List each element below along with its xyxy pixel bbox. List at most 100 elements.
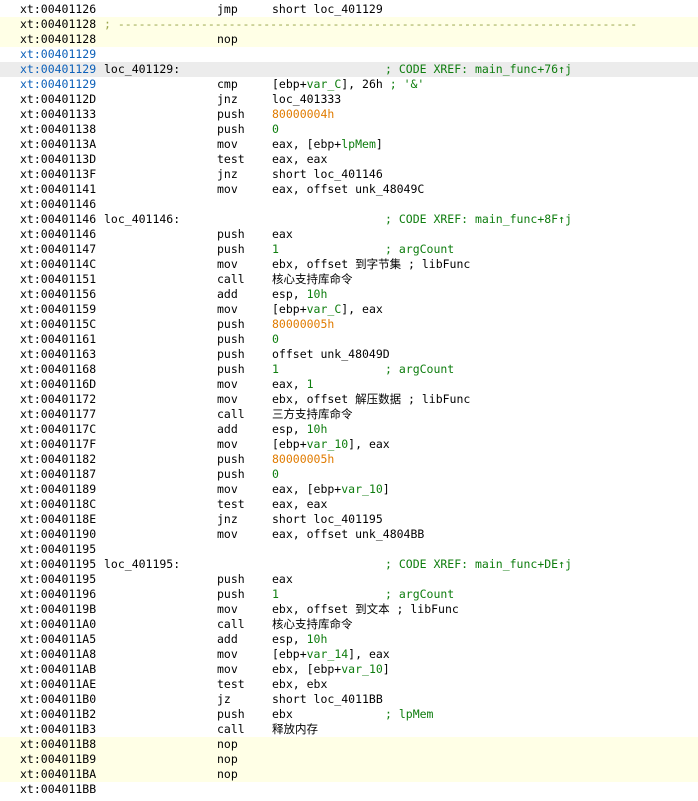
instruction-operands[interactable]: 核心支持库命令 — [272, 617, 353, 632]
instruction-operands[interactable]: esp, 10h — [272, 287, 327, 302]
listing-line[interactable]: xt:00401129 — [0, 47, 698, 62]
listing-line[interactable]: xt:00401128 nop — [0, 32, 698, 47]
instruction-operands[interactable]: ebx, ebx — [272, 677, 327, 692]
disassembly-listing[interactable]: xt:00401126 jmp short loc_401129 xt:0040112… — [0, 0, 698, 801]
listing-line[interactable]: xt:00401190 mov eax, offset unk_4804BB — [0, 527, 698, 542]
instruction-operands[interactable]: eax, [ebp+lpMem] — [272, 137, 383, 152]
instruction-operands[interactable]: 0 — [272, 332, 279, 347]
listing-line[interactable]: xt:0040118C test eax, eax — [0, 497, 698, 512]
instruction-mnemonic: push — [217, 332, 245, 346]
instruction-operands[interactable]: esp, 10h — [272, 422, 327, 437]
instruction-operands[interactable]: 核心支持库命令 — [272, 272, 353, 287]
instruction-operands[interactable]: 80000004h — [272, 107, 334, 122]
listing-line[interactable]: xt:0040113F jnz short loc_401146 — [0, 167, 698, 182]
instruction-operands[interactable]: eax — [272, 227, 293, 242]
instruction-operands[interactable]: [ebp+var_14], eax — [272, 647, 390, 662]
listing-line[interactable]: xt:0040114C mov ebx, offset 到字节集 ; libFunc — [0, 257, 698, 272]
instruction-operands[interactable]: [ebp+var_C], eax — [272, 302, 383, 317]
instruction-operands[interactable]: eax, offset unk_4804BB — [272, 527, 424, 542]
listing-line[interactable]: xt:004011A5 add esp, 10h — [0, 632, 698, 647]
listing-line[interactable]: xt:0040112D jnz loc_401333 — [0, 92, 698, 107]
listing-line[interactable]: xt:004011BB — [0, 782, 698, 797]
listing-line[interactable]: xt:004011AB mov ebx, [ebp+var_10] — [0, 662, 698, 677]
listing-line[interactable]: xt:00401195 — [0, 542, 698, 557]
instruction-operands[interactable]: 1 — [272, 587, 279, 602]
listing-line[interactable]: xt:00401172 mov ebx, offset 解压数据 ; libFunc — [0, 392, 698, 407]
code-label[interactable]: loc_401195: — [104, 557, 180, 572]
listing-line[interactable]: xt:004011A0 call 核心支持库命令 — [0, 617, 698, 632]
instruction-operands[interactable]: eax, [ebp+var_10] — [272, 482, 390, 497]
listing-line[interactable]: xt:00401168 push 1 ; argCount — [0, 362, 698, 377]
listing-line[interactable]: xt:004011B8 nop — [0, 737, 698, 752]
instruction-operands[interactable]: eax, eax — [272, 152, 327, 167]
listing-line[interactable]: xt:004011B3 call 释放内存 — [0, 722, 698, 737]
listing-line[interactable]: xt:0040117C add esp, 10h — [0, 422, 698, 437]
instruction-operands[interactable]: eax — [272, 572, 293, 587]
instruction-operands[interactable]: ebx, offset 到字节集 ; libFunc — [272, 257, 470, 272]
listing-line[interactable]: xt:00401161 push 0 — [0, 332, 698, 347]
listing-line[interactable]: xt:0040113D test eax, eax — [0, 152, 698, 167]
instruction-operands[interactable]: ebx, offset 到文本 ; libFunc — [272, 602, 459, 617]
instruction-operands[interactable]: 1 — [272, 362, 279, 377]
listing-line[interactable]: xt:004011AE test ebx, ebx — [0, 677, 698, 692]
listing-line[interactable]: xt:00401196 push 1 ; argCount — [0, 587, 698, 602]
instruction-operands[interactable]: 80000005h — [272, 452, 334, 467]
instruction-operands[interactable]: 0 — [272, 467, 279, 482]
instruction-operands[interactable]: ebx — [272, 707, 293, 722]
instruction-operands[interactable]: 1 — [272, 242, 279, 257]
instruction-operands[interactable]: [ebp+var_10], eax — [272, 437, 390, 452]
listing-line[interactable]: xt:00401138 push 0 — [0, 122, 698, 137]
instruction-operands[interactable]: [ebp+var_C], 26h ; '&' — [272, 77, 424, 92]
listing-line[interactable]: xt:00401128 ; ---------------------------… — [0, 17, 698, 32]
instruction-operands[interactable]: 三方支持库命令 — [272, 407, 353, 422]
listing-line[interactable]: xt:00401195 loc_401195: ; CODE XREF: main_… — [0, 557, 698, 572]
code-label[interactable]: loc_401129: — [104, 62, 180, 77]
listing-line[interactable]: xt:00401126 jmp short loc_401129 — [0, 2, 698, 17]
listing-line[interactable]: xt:00401177 call 三方支持库命令 — [0, 407, 698, 422]
listing-line[interactable]: xt:0040118E jnz short loc_401195 — [0, 512, 698, 527]
listing-line[interactable]: xt:00401129 cmp [ebp+var_C], 26h ; '&' — [0, 77, 698, 92]
listing-line[interactable]: xt:00401133 push 80000004h — [0, 107, 698, 122]
code-label[interactable]: loc_401146: — [104, 212, 180, 227]
listing-line[interactable]: xt:00401163 push offset unk_48049D — [0, 347, 698, 362]
listing-line[interactable]: xt:004011BA nop — [0, 767, 698, 782]
listing-line[interactable]: xt:00401146 push eax — [0, 227, 698, 242]
instruction-operands[interactable]: 80000005h — [272, 317, 334, 332]
listing-line[interactable]: xt:00401156 add esp, 10h — [0, 287, 698, 302]
listing-line[interactable]: xt:004011B0 jz short loc_4011BB — [0, 692, 698, 707]
listing-line[interactable]: xt:00401129 loc_401129: ; CODE XREF: main_… — [0, 62, 698, 77]
listing-line[interactable]: xt:00401159 mov [ebp+var_C], eax — [0, 302, 698, 317]
instruction-operands[interactable]: short loc_401195 — [272, 512, 383, 527]
listing-line[interactable]: xt:00401187 push 0 — [0, 467, 698, 482]
listing-line[interactable]: xt:0040113A mov eax, [ebp+lpMem] — [0, 137, 698, 152]
instruction-operands[interactable]: ebx, [ebp+var_10] — [272, 662, 390, 677]
instruction-operands[interactable]: short loc_401129 — [272, 2, 383, 17]
listing-line[interactable]: xt:00401151 call 核心支持库命令 — [0, 272, 698, 287]
instruction-operands[interactable]: 释放内存 — [272, 722, 318, 737]
listing-line[interactable]: xt:0040119B mov ebx, offset 到文本 ; libFunc — [0, 602, 698, 617]
listing-line[interactable]: xt:0040117F mov [ebp+var_10], eax — [0, 437, 698, 452]
instruction-operands[interactable]: short loc_4011BB — [272, 692, 383, 707]
listing-line[interactable]: xt:00401189 mov eax, [ebp+var_10] — [0, 482, 698, 497]
instruction-operands[interactable]: eax, offset unk_48049C — [272, 182, 424, 197]
instruction-operands[interactable]: short loc_401146 — [272, 167, 383, 182]
listing-line[interactable]: xt:0040115C push 80000005h — [0, 317, 698, 332]
instruction-operands[interactable]: ebx, offset 解压数据 ; libFunc — [272, 392, 470, 407]
listing-line[interactable]: xt:00401182 push 80000005h — [0, 452, 698, 467]
instruction-operands[interactable]: eax, eax — [272, 497, 327, 512]
instruction-mnemonic: mov — [217, 527, 238, 541]
listing-line[interactable]: xt:004011A8 mov [ebp+var_14], eax — [0, 647, 698, 662]
instruction-operands[interactable]: 0 — [272, 122, 279, 137]
listing-line[interactable]: xt:004011B9 nop — [0, 752, 698, 767]
instruction-operands[interactable]: eax, 1 — [272, 377, 314, 392]
listing-line[interactable]: xt:0040116D mov eax, 1 — [0, 377, 698, 392]
instruction-operands[interactable]: offset unk_48049D — [272, 347, 390, 362]
listing-line[interactable]: xt:00401147 push 1 ; argCount — [0, 242, 698, 257]
listing-line[interactable]: xt:004011B2 push ebx ; lpMem — [0, 707, 698, 722]
listing-line[interactable]: xt:00401146 loc_401146: ; CODE XREF: main_… — [0, 212, 698, 227]
instruction-operands[interactable]: loc_401333 — [272, 92, 341, 107]
listing-line[interactable]: xt:00401141 mov eax, offset unk_48049C — [0, 182, 698, 197]
instruction-operands[interactable]: esp, 10h — [272, 632, 327, 647]
listing-line[interactable]: xt:00401146 — [0, 197, 698, 212]
listing-line[interactable]: xt:00401195 push eax — [0, 572, 698, 587]
